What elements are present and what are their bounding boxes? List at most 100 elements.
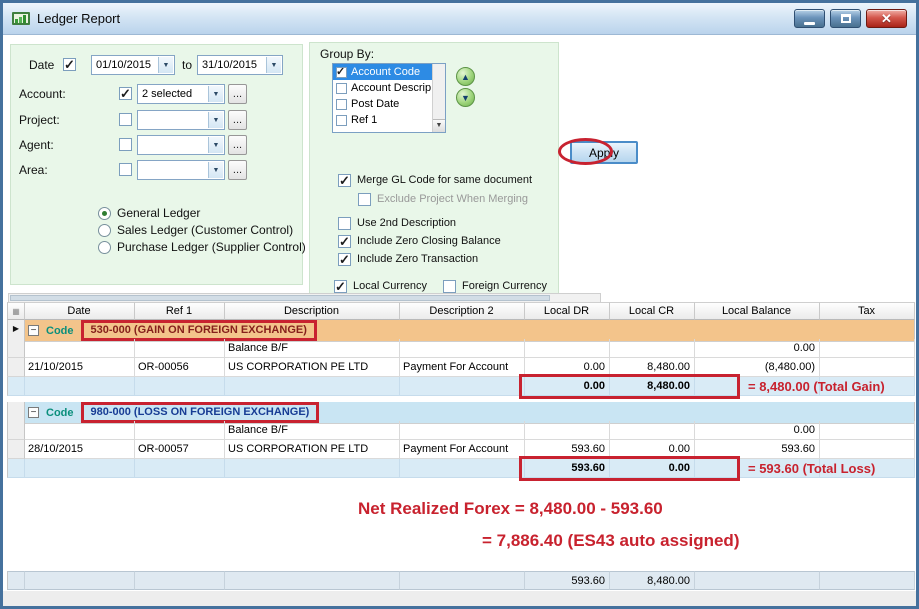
groupby-checkbox[interactable] bbox=[336, 99, 347, 110]
titlebar[interactable]: Ledger Report ✕ bbox=[3, 3, 916, 35]
cell-local-cr[interactable] bbox=[610, 339, 695, 358]
cell-description[interactable]: US CORPORATION PE LTD bbox=[225, 440, 400, 459]
table-row[interactable]: 21/10/2015 OR-00056 US CORPORATION PE LT… bbox=[7, 358, 915, 377]
col-header-local-balance[interactable]: Local Balance bbox=[695, 302, 820, 320]
option-merge-gl-code[interactable]: Merge GL Code for same document bbox=[338, 174, 532, 187]
option-checkbox[interactable] bbox=[358, 193, 371, 206]
groupby-item-post-date[interactable]: Post Date bbox=[333, 96, 433, 112]
date-from-dropdown[interactable]: 01/10/2015 ▼ bbox=[91, 55, 175, 75]
collapse-icon[interactable]: − bbox=[28, 407, 39, 418]
radio-sales-ledger[interactable] bbox=[98, 224, 111, 237]
account-checkbox[interactable] bbox=[119, 87, 132, 100]
cell-date[interactable]: 28/10/2015 bbox=[25, 440, 135, 459]
cell-tax[interactable] bbox=[820, 421, 915, 440]
col-header-tax[interactable]: Tax bbox=[820, 302, 915, 320]
date-to-dropdown[interactable]: 31/10/2015 ▼ bbox=[197, 55, 283, 75]
minimize-button[interactable] bbox=[794, 9, 825, 28]
collapse-icon[interactable]: − bbox=[28, 325, 39, 336]
cell-local-cr[interactable]: 0.00 bbox=[610, 440, 695, 459]
chevron-down-icon[interactable]: ▼ bbox=[208, 112, 223, 128]
cell-description[interactable]: Balance B/F bbox=[225, 339, 400, 358]
table-row[interactable]: Balance B/F 0.00 bbox=[7, 421, 915, 440]
cell-local-balance[interactable]: 593.60 bbox=[695, 440, 820, 459]
option-checkbox[interactable] bbox=[334, 280, 347, 293]
cell-description[interactable]: Balance B/F bbox=[225, 421, 400, 440]
cell-local-dr[interactable]: 593.60 bbox=[525, 440, 610, 459]
cell-ref1[interactable] bbox=[135, 339, 225, 358]
cell-local-dr[interactable] bbox=[525, 421, 610, 440]
cell-local-balance[interactable]: (8,480.00) bbox=[695, 358, 820, 377]
chevron-down-icon[interactable]: ▼ bbox=[266, 57, 281, 73]
chevron-down-icon[interactable]: ▼ bbox=[208, 137, 223, 153]
option-foreign-currency[interactable]: Foreign Currency bbox=[443, 280, 547, 293]
group-header-loss[interactable]: − Code 980-000 (LOSS ON FOREIGN EXCHANGE… bbox=[7, 402, 915, 421]
maximize-button[interactable] bbox=[830, 9, 861, 28]
cell-ref1[interactable] bbox=[135, 421, 225, 440]
option-checkbox[interactable] bbox=[338, 235, 351, 248]
group-header-gain[interactable]: ▶ − Code 530-000 (GAIN ON FOREIGN EXCHAN… bbox=[7, 320, 915, 339]
cell-description2[interactable] bbox=[400, 421, 525, 440]
cell-tax[interactable] bbox=[820, 440, 915, 459]
table-row[interactable]: 28/10/2015 OR-00057 US CORPORATION PE LT… bbox=[7, 440, 915, 459]
table-row[interactable]: Balance B/F 0.00 bbox=[7, 339, 915, 358]
area-dropdown[interactable]: ▼ bbox=[137, 160, 225, 180]
chevron-down-icon[interactable]: ▼ bbox=[158, 57, 173, 73]
option-checkbox[interactable] bbox=[443, 280, 456, 293]
col-header-description[interactable]: Description bbox=[225, 302, 400, 320]
groupby-item-account-descrip[interactable]: Account Descrip bbox=[333, 80, 433, 96]
cell-local-cr[interactable] bbox=[610, 421, 695, 440]
close-button[interactable]: ✕ bbox=[866, 9, 907, 28]
option-checkbox[interactable] bbox=[338, 217, 351, 230]
col-header-date[interactable]: Date bbox=[25, 302, 135, 320]
option-checkbox[interactable] bbox=[338, 253, 351, 266]
move-up-button[interactable]: ▲ bbox=[456, 67, 475, 86]
scrollbar-thumb[interactable] bbox=[10, 295, 550, 301]
area-browse-button[interactable]: ... bbox=[228, 160, 247, 180]
groupby-item-ref1[interactable]: Ref 1 bbox=[333, 112, 433, 128]
account-dropdown[interactable]: 2 selected ▼ bbox=[137, 84, 225, 104]
col-header-description2[interactable]: Description 2 bbox=[400, 302, 525, 320]
radio-general-ledger[interactable] bbox=[98, 207, 111, 220]
move-down-button[interactable]: ▼ bbox=[456, 88, 475, 107]
apply-button[interactable]: Apply bbox=[570, 141, 638, 164]
agent-checkbox[interactable] bbox=[119, 138, 132, 151]
option-local-currency[interactable]: Local Currency bbox=[334, 280, 427, 293]
cell-ref1[interactable]: OR-00057 bbox=[135, 440, 225, 459]
cell-date[interactable] bbox=[25, 421, 135, 440]
groupby-checkbox[interactable] bbox=[336, 67, 347, 78]
groupby-item-account-code[interactable]: Account Code bbox=[333, 64, 433, 80]
chevron-down-icon[interactable]: ▼ bbox=[208, 86, 223, 102]
cell-local-cr[interactable]: 8,480.00 bbox=[610, 358, 695, 377]
cell-local-balance[interactable]: 0.00 bbox=[695, 421, 820, 440]
col-header-local-dr[interactable]: Local DR bbox=[525, 302, 610, 320]
option-use-2nd-description[interactable]: Use 2nd Description bbox=[338, 217, 456, 230]
cell-ref1[interactable]: OR-00056 bbox=[135, 358, 225, 377]
col-header-local-cr[interactable]: Local CR bbox=[610, 302, 695, 320]
project-browse-button[interactable]: ... bbox=[228, 110, 247, 130]
groupby-checkbox[interactable] bbox=[336, 83, 347, 94]
option-checkbox[interactable] bbox=[338, 174, 351, 187]
agent-browse-button[interactable]: ... bbox=[228, 135, 247, 155]
scroll-down-icon[interactable]: ▼ bbox=[433, 119, 445, 132]
project-checkbox[interactable] bbox=[119, 113, 132, 126]
area-checkbox[interactable] bbox=[119, 163, 132, 176]
cell-description[interactable]: US CORPORATION PE LTD bbox=[225, 358, 400, 377]
option-exclude-project[interactable]: Exclude Project When Merging bbox=[358, 193, 528, 206]
cell-local-balance[interactable]: 0.00 bbox=[695, 339, 820, 358]
cell-date[interactable]: 21/10/2015 bbox=[25, 358, 135, 377]
col-header-ref1[interactable]: Ref 1 bbox=[135, 302, 225, 320]
date-checkbox[interactable] bbox=[63, 58, 76, 71]
cell-date[interactable] bbox=[25, 339, 135, 358]
cell-local-dr[interactable]: 0.00 bbox=[525, 358, 610, 377]
option-include-zero-closing[interactable]: Include Zero Closing Balance bbox=[338, 235, 501, 248]
cell-description2[interactable] bbox=[400, 339, 525, 358]
project-dropdown[interactable]: ▼ bbox=[137, 110, 225, 130]
account-browse-button[interactable]: ... bbox=[228, 84, 247, 104]
list-scrollbar[interactable]: ▼ bbox=[432, 64, 445, 132]
cell-description2[interactable]: Payment For Account bbox=[400, 358, 525, 377]
cell-local-dr[interactable] bbox=[525, 339, 610, 358]
cell-description2[interactable]: Payment For Account bbox=[400, 440, 525, 459]
agent-dropdown[interactable]: ▼ bbox=[137, 135, 225, 155]
cell-tax[interactable] bbox=[820, 358, 915, 377]
option-include-zero-transaction[interactable]: Include Zero Transaction bbox=[338, 253, 478, 266]
